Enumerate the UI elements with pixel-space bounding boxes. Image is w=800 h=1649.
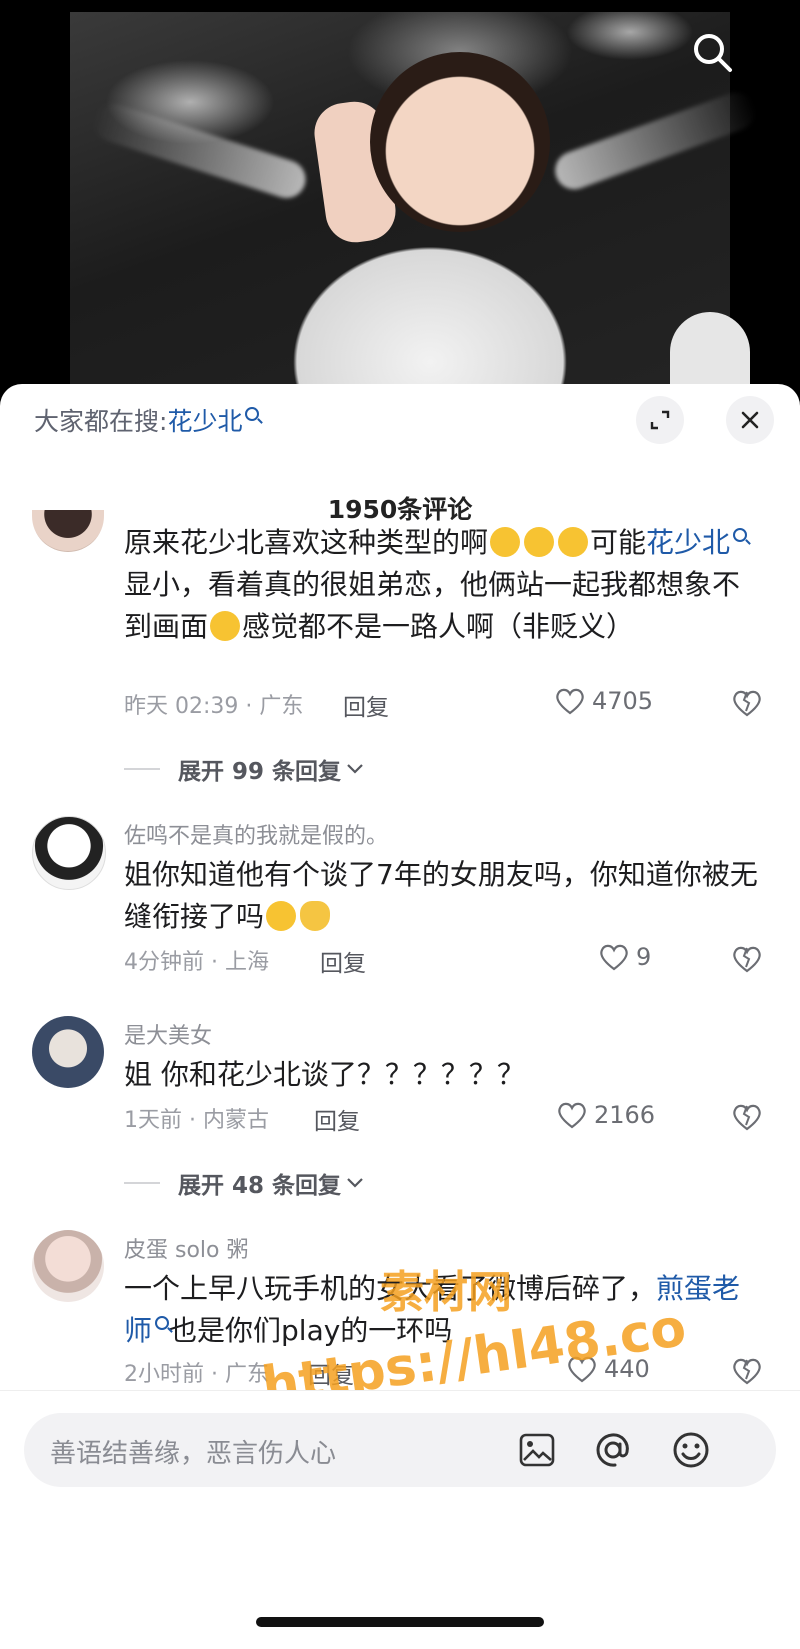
like-button[interactable]: 9 xyxy=(598,942,651,972)
video-player[interactable] xyxy=(0,0,800,400)
expand-icon xyxy=(650,410,670,430)
chevron-down-icon xyxy=(347,1178,363,1188)
search-icon xyxy=(155,1315,170,1330)
comment-input[interactable]: 善语结善缘，恶言伤人心 xyxy=(24,1413,776,1487)
close-button[interactable] xyxy=(726,396,774,444)
avatar[interactable] xyxy=(32,1016,104,1088)
hashtag-link[interactable]: 花少北 xyxy=(646,526,730,559)
expand-replies[interactable]: 展开 48 条回复 xyxy=(124,1166,365,1200)
like-count: 440 xyxy=(604,1355,650,1383)
expand-button[interactable] xyxy=(636,396,684,444)
expand-replies[interactable]: 展开 99 条回复 xyxy=(124,752,365,786)
comment-meta: 2小时前 · 广东 xyxy=(124,1362,269,1387)
person-head xyxy=(370,52,550,232)
comment-author[interactable]: 佐鸣不是真的我就是假的。 xyxy=(124,818,388,850)
comments-count: 1950条评论 xyxy=(327,495,473,524)
like-button[interactable]: 2166 xyxy=(556,1100,655,1130)
divider xyxy=(124,768,160,770)
avatar[interactable] xyxy=(32,510,104,552)
heart-icon xyxy=(556,688,584,715)
avatar[interactable] xyxy=(32,1230,104,1302)
dislike-icon[interactable] xyxy=(730,942,764,974)
comment-text: 姐你知道他有个谈了7年的女朋友吗，你知道你被无缝衔接了吗 xyxy=(124,858,758,933)
divider xyxy=(124,1182,160,1184)
trending-keyword[interactable]: 花少北 xyxy=(167,407,242,436)
search-icon xyxy=(733,527,748,542)
comment-text: 原来花少北喜欢这种类型的啊 可能花少北显小，看着真的很姐弟恋，他俩站一起我都想象不… xyxy=(124,522,764,648)
chevron-down-icon xyxy=(347,764,363,774)
ok-hand-emoji-icon xyxy=(300,901,331,931)
close-icon xyxy=(741,411,759,429)
reply-button[interactable]: 回复 xyxy=(320,944,366,978)
comment-text: 姐 你和花少北谈了？？？？？？ xyxy=(124,1058,525,1091)
trending-label: 大家都在搜: xyxy=(34,407,168,436)
search-icon[interactable] xyxy=(690,30,734,74)
comment-meta: 昨天 02:39 · 广东 xyxy=(124,694,304,719)
reply-button[interactable]: 回复 xyxy=(343,688,389,722)
emoji-button[interactable] xyxy=(668,1427,714,1473)
home-indicator[interactable] xyxy=(256,1617,544,1627)
heart-icon xyxy=(558,1102,586,1129)
laughing-emoji-icon xyxy=(266,901,297,931)
heart-icon xyxy=(568,1356,596,1383)
like-count: 9 xyxy=(636,943,652,971)
comment-meta: 4分钟前 · 上海 xyxy=(124,950,269,975)
search-icon xyxy=(245,406,260,421)
at-icon xyxy=(596,1433,629,1467)
emoji-icon xyxy=(673,1432,709,1468)
like-count: 4705 xyxy=(592,687,654,715)
crying-emoji-icon xyxy=(210,611,241,641)
comment-author[interactable]: 皮蛋 solo 粥 xyxy=(124,1232,248,1264)
like-button[interactable]: 440 xyxy=(566,1354,650,1384)
dislike-icon[interactable] xyxy=(730,1100,764,1132)
dislike-icon[interactable] xyxy=(730,686,764,718)
like-count: 2166 xyxy=(594,1101,656,1129)
mention-button[interactable] xyxy=(590,1427,636,1473)
video-frame xyxy=(70,12,761,400)
avatar[interactable] xyxy=(32,816,106,890)
comment-author[interactable]: 是大美女 xyxy=(124,1018,212,1050)
heart-icon xyxy=(600,944,628,971)
image-icon xyxy=(519,1433,555,1467)
trending-search[interactable]: 大家都在搜:花少北 xyxy=(34,402,260,438)
input-placeholder: 善语结善缘，恶言伤人心 xyxy=(50,1439,337,1469)
like-button[interactable]: 4705 xyxy=(554,686,653,716)
reply-button[interactable]: 回复 xyxy=(314,1102,360,1136)
laughing-emoji-icon xyxy=(490,527,521,557)
image-button[interactable] xyxy=(514,1427,560,1473)
reply-button[interactable]: 回复 xyxy=(308,1356,354,1390)
laughing-emoji-icon xyxy=(524,527,555,557)
laughing-emoji-icon xyxy=(558,527,589,557)
comment-text: 一个上早八玩手机的女大看了微博后碎了，煎蛋老师 也是你们play的一环吗 xyxy=(124,1272,741,1347)
comment-meta: 1天前 · 内蒙古 xyxy=(124,1108,269,1133)
dislike-icon[interactable] xyxy=(730,1354,764,1386)
comment-input-bar: 善语结善缘，恶言伤人心 xyxy=(0,1390,800,1649)
